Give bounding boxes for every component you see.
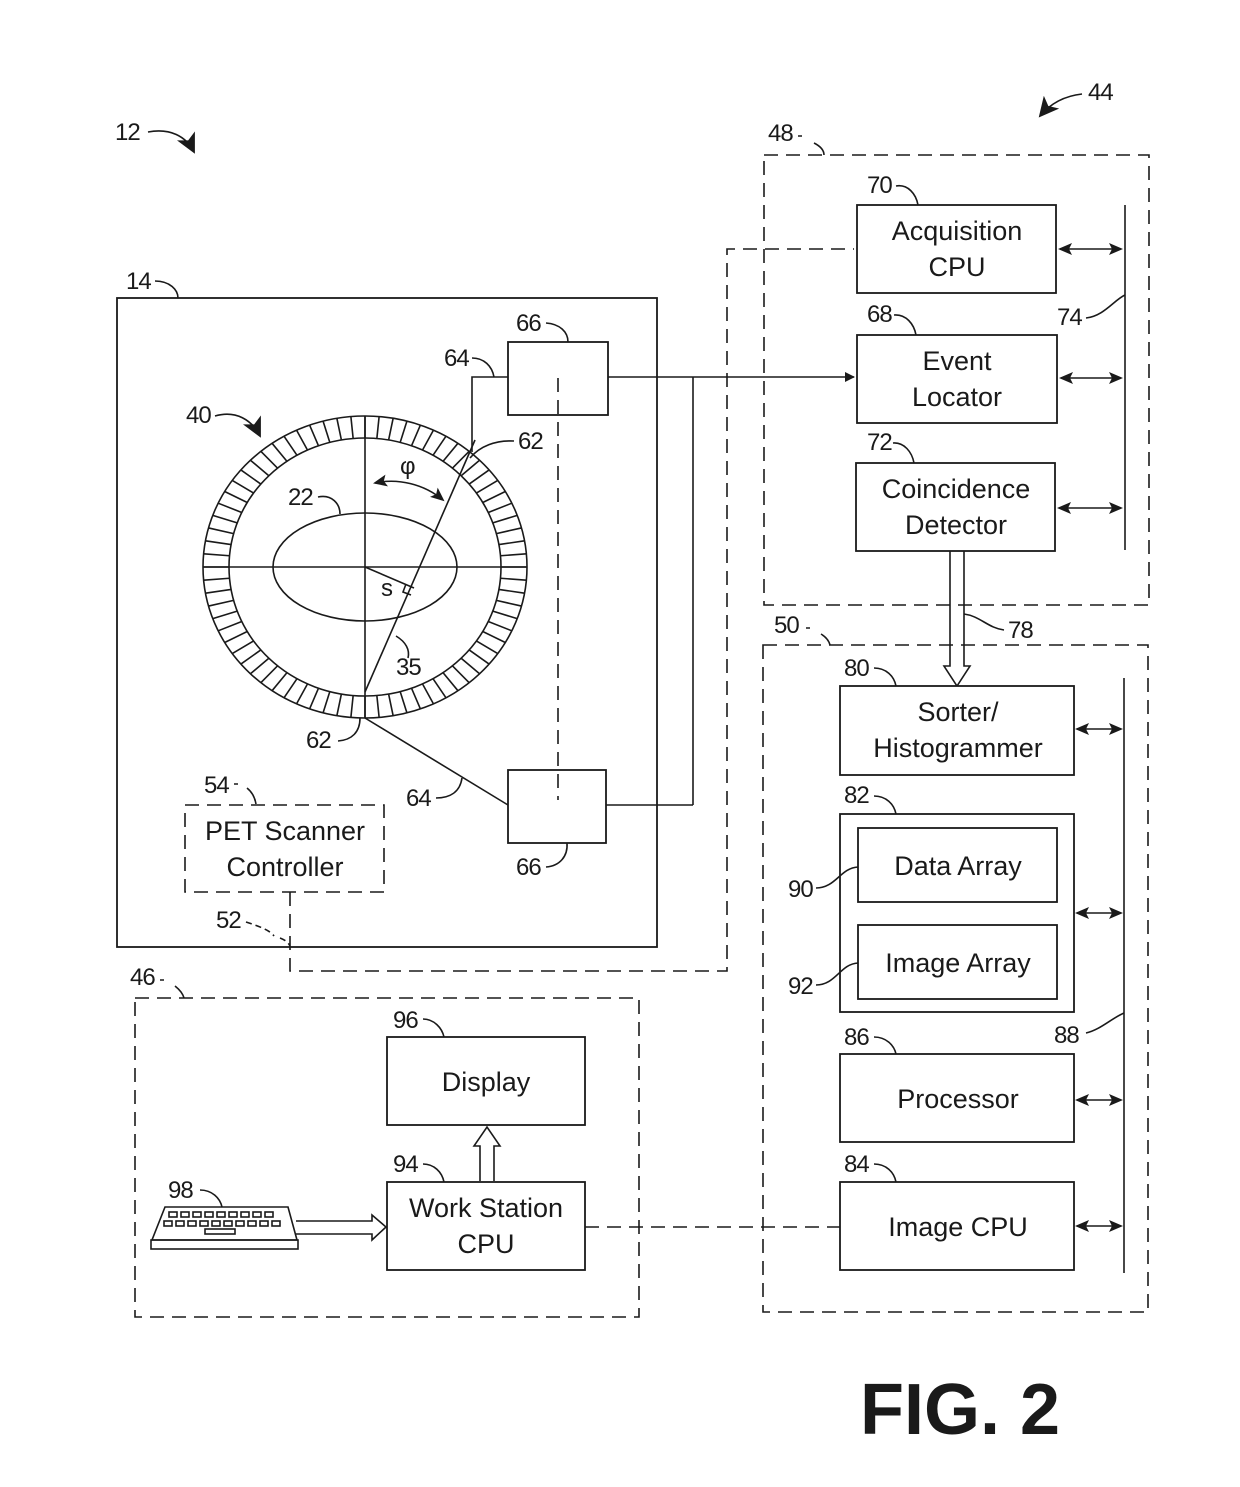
ref-ring: 40 — [186, 402, 211, 429]
ref-patient: 22 — [288, 484, 313, 511]
data-array-label: Data Array — [894, 851, 1022, 881]
data-link-78-arrow — [942, 551, 972, 688]
ref-data-link: 78 — [1008, 617, 1033, 644]
offset-symbol: s — [381, 575, 393, 602]
ref-system: 12 — [115, 119, 140, 146]
angle-symbol: φ — [400, 453, 415, 480]
keyboard-key — [259, 1220, 269, 1227]
ref-acquisition-cpu-leader — [895, 184, 919, 206]
ref-coincidence-detector: 72 — [867, 429, 892, 456]
keyboard-key — [180, 1211, 190, 1218]
ref-data-array: 90 — [788, 876, 813, 903]
ref-cable-top: 64 — [444, 345, 469, 372]
keyboard-key — [199, 1220, 209, 1227]
image-array-label: Image Array — [885, 948, 1031, 978]
ref-processor: 86 — [844, 1024, 869, 1051]
ref-gantry-leader — [154, 280, 179, 299]
ref-image-reconstructor-leader — [806, 627, 831, 646]
display-label: Display — [442, 1067, 531, 1097]
ref-data-link-leader — [963, 613, 1005, 631]
acquisition-cpu-label-2: CPU — [928, 252, 985, 282]
keyboard-key — [192, 1211, 202, 1218]
pet-system-diagram: 12 44 14 40 22 s 35 φ 62 62 64 64 66 66 — [115, 79, 1150, 1450]
keyboard-key — [175, 1220, 185, 1227]
ref-bus-88: 88 — [1054, 1022, 1079, 1049]
keyboard-key — [187, 1220, 197, 1227]
keyboard-key — [228, 1211, 238, 1218]
ref-workstation-cpu-leader — [422, 1163, 445, 1183]
ref-image-reconstructor: 50 — [774, 612, 799, 639]
ref-keyboard-leader — [199, 1189, 223, 1208]
ref-workstation-cpu: 94 — [393, 1151, 418, 1178]
cpu-to-display-arrow — [472, 1125, 502, 1181]
system-pointer-arrow — [147, 130, 195, 154]
keyboard-key — [252, 1211, 262, 1218]
keyboard-key — [168, 1211, 178, 1218]
controller-label-1: PET Scanner — [205, 816, 365, 846]
keyboard-key — [204, 1211, 214, 1218]
ref-coincidence-detector-leader — [892, 442, 915, 464]
workstation-cpu-label-2: CPU — [457, 1229, 514, 1259]
ref-control-link: 52 — [216, 907, 241, 934]
ref-image-array: 92 — [788, 973, 813, 1000]
ref-display-leader — [422, 1018, 445, 1038]
keyboard-key — [271, 1220, 281, 1227]
ref-image-cpu: 84 — [844, 1151, 869, 1178]
ref-bus-88-leader — [1085, 1012, 1125, 1034]
console-pointer-arrow — [1038, 93, 1083, 118]
keyboard-icon — [150, 1206, 299, 1250]
ref-detector-bottom: 62 — [306, 727, 331, 754]
ref-acquisition-cpu: 70 — [867, 172, 892, 199]
ref-cable-bottom: 64 — [406, 785, 431, 812]
keyboard-key — [223, 1220, 233, 1227]
sorter-label-1: Sorter/ — [917, 697, 999, 727]
ref-keyboard: 98 — [168, 1177, 193, 1204]
ref-detector-top: 62 — [518, 428, 543, 455]
image-cpu-label: Image CPU — [888, 1212, 1028, 1242]
ref-bus-74-leader — [1085, 294, 1126, 319]
processor-label: Processor — [897, 1084, 1019, 1114]
keyboard-key — [247, 1220, 257, 1227]
ref-processor-top: 66 — [516, 310, 541, 337]
ref-workstation-leader — [160, 979, 185, 999]
ref-event-locator-leader — [893, 314, 917, 336]
coincidence-detector-label-1: Coincidence — [882, 474, 1031, 504]
ref-workstation: 46 — [130, 964, 155, 991]
ref-acquisition-system-leader — [798, 135, 825, 156]
keyboard-key — [163, 1220, 173, 1227]
ref-console: 44 — [1088, 79, 1113, 106]
ref-sorter-leader — [873, 667, 897, 687]
keyboard-key — [216, 1211, 226, 1218]
controller-label-2: Controller — [226, 852, 343, 882]
coincidence-detector-label-2: Detector — [905, 510, 1007, 540]
ref-processor-bottom: 66 — [516, 854, 541, 881]
ref-memory-leader — [873, 795, 897, 815]
ref-display: 96 — [393, 1007, 418, 1034]
ref-sorter: 80 — [844, 655, 869, 682]
ref-image-cpu-leader — [873, 1163, 897, 1183]
keyboard-key — [264, 1211, 274, 1218]
keyboard-key — [211, 1220, 221, 1227]
keyboard-key — [235, 1220, 245, 1227]
keyboard-to-cpu-arrow — [296, 1213, 388, 1242]
ref-event-locator: 68 — [867, 301, 892, 328]
ref-gantry: 14 — [126, 268, 151, 295]
keyboard-key — [240, 1211, 250, 1218]
ref-memory: 82 — [844, 782, 869, 809]
event-locator-label-1: Event — [922, 346, 992, 376]
detector-processor-bottom — [507, 769, 607, 844]
ref-processor-leader — [873, 1036, 897, 1055]
event-locator-label-2: Locator — [912, 382, 1002, 412]
ref-bus-74: 74 — [1057, 304, 1082, 331]
workstation-cpu-label-1: Work Station — [409, 1193, 563, 1223]
ref-acquisition-system: 48 — [768, 120, 793, 147]
ref-controller: 54 — [204, 772, 229, 799]
figure-label: FIG. 2 — [860, 1370, 1060, 1450]
sorter-label-2: Histogrammer — [873, 733, 1043, 763]
acquisition-cpu-label-1: Acquisition — [892, 216, 1023, 246]
